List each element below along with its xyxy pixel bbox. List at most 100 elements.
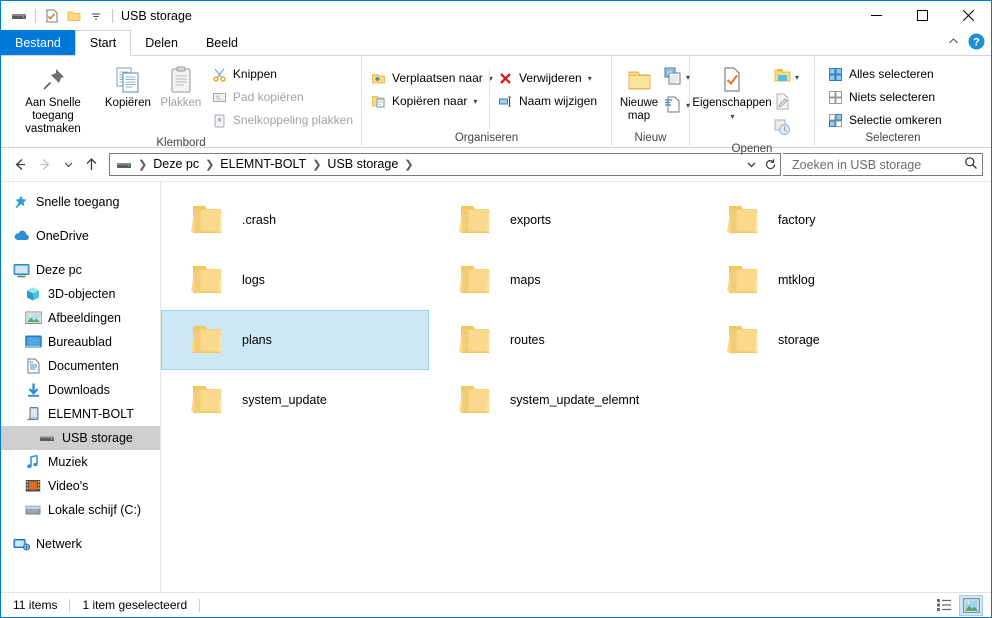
up-button[interactable] — [79, 153, 103, 177]
tab-delen[interactable]: Delen — [131, 30, 192, 55]
easy-access-button[interactable]: ▾ — [660, 92, 693, 118]
address-dropdown-icon[interactable] — [742, 154, 761, 175]
file-tile[interactable]: system_update — [161, 370, 429, 430]
breadcrumb-deze-pc[interactable]: Deze pc — [151, 154, 201, 175]
tab-start[interactable]: Start — [74, 30, 132, 56]
sidebar-item-bureaublad[interactable]: Bureaublad — [1, 330, 160, 354]
file-name-label: exports — [510, 213, 551, 227]
copy-path-button[interactable]: \\.. Pad kopiëren — [207, 86, 357, 108]
file-tile[interactable]: factory — [697, 190, 965, 250]
pin-to-quick-access-button[interactable]: Aan Snelle toegang vastmaken — [5, 60, 101, 136]
folder-icon — [190, 199, 224, 242]
chevron-down-icon[interactable]: ▾ — [473, 97, 477, 106]
delete-button[interactable]: Verwijderen ▾ — [493, 67, 607, 89]
help-icon[interactable]: ? — [968, 33, 985, 53]
chevron-down-icon[interactable]: ▾ — [588, 74, 592, 83]
paste-label: Plakken — [160, 97, 202, 109]
rename-button[interactable]: Naam wijzigen — [493, 90, 607, 112]
file-tile[interactable]: maps — [429, 250, 697, 310]
ribbon-tab-bar: Bestand Start Delen Beeld ? — [1, 30, 991, 56]
file-tile[interactable]: system_update_elemnt — [429, 370, 697, 430]
paste-shortcut-button[interactable]: Snelkoppeling plakken — [207, 109, 357, 131]
chevron-down-icon[interactable]: ▾ — [795, 73, 799, 82]
breadcrumb-separator[interactable]: ❯ — [308, 158, 325, 171]
breadcrumb-separator[interactable]: ❯ — [134, 158, 151, 171]
recent-locations-button[interactable] — [59, 153, 77, 177]
cut-button[interactable]: Knippen — [207, 63, 357, 85]
sidebar-item-afbeeldingen[interactable]: Afbeeldingen — [1, 306, 160, 330]
edit-button[interactable] — [770, 90, 802, 116]
sidebar-item-label: Deze pc — [36, 263, 82, 277]
status-separator — [69, 598, 71, 612]
copy-path-icon: \\.. — [211, 89, 228, 106]
forward-button[interactable] — [33, 153, 57, 177]
copy-to-button[interactable]: Kopiëren naar ▾ — [366, 90, 486, 112]
open-button[interactable]: ▾ — [770, 64, 802, 90]
address-bar[interactable]: ❯ Deze pc ❯ ELEMNT-BOLT ❯ USB storage ❯ — [109, 153, 781, 176]
breadcrumb-separator[interactable]: ❯ — [201, 158, 218, 171]
file-tile[interactable]: storage — [697, 310, 965, 370]
breadcrumb-elemnt-bolt[interactable]: ELEMNT-BOLT — [218, 154, 308, 175]
invert-selection-button[interactable]: Selectie omkeren — [823, 109, 963, 131]
sidebar-item-deze-pc[interactable]: Deze pc — [1, 258, 160, 282]
organize-right-commands: Verwijderen ▾ Naam wijzigen — [493, 64, 607, 112]
new-folder-button[interactable]: Nieuwe map — [616, 60, 660, 123]
file-tile[interactable]: logs — [161, 250, 429, 310]
folder-icon — [726, 259, 760, 302]
file-tile[interactable]: .crash — [161, 190, 429, 250]
sidebar-item-elemnt-bolt[interactable]: ELEMNT-BOLT — [1, 402, 160, 426]
details-view-button[interactable] — [932, 595, 956, 616]
sidebar-item-netwerk[interactable]: Netwerk — [1, 532, 160, 556]
new-folder-icon[interactable] — [63, 5, 85, 27]
properties-button[interactable]: Eigenschappen ▾ — [692, 60, 772, 123]
select-none-button[interactable]: Niets selecteren — [823, 86, 963, 108]
status-bar: 11 items 1 item geselecteerd — [1, 592, 991, 617]
breadcrumb-separator[interactable]: ❯ — [400, 158, 417, 171]
folder-icon — [458, 199, 492, 242]
search-input[interactable] — [790, 156, 964, 173]
sidebar-item-downloads[interactable]: Downloads — [1, 378, 160, 402]
back-button[interactable] — [7, 153, 31, 177]
history-icon — [773, 118, 792, 140]
sidebar-item-3d-objecten[interactable]: 3D-objecten — [1, 282, 160, 306]
drive-icon[interactable] — [8, 5, 30, 27]
collapse-ribbon-icon[interactable] — [947, 35, 960, 51]
file-tile[interactable]: exports — [429, 190, 697, 250]
minimize-button[interactable] — [853, 1, 899, 30]
sidebar-item-snelle-toegang[interactable]: Snelle toegang — [1, 190, 160, 214]
large-icons-view-button[interactable] — [959, 594, 983, 616]
file-tile[interactable]: plans — [161, 310, 429, 370]
paste-button[interactable]: Plakken — [155, 60, 207, 110]
close-button[interactable] — [945, 1, 991, 30]
group-title-selecteren: Selecteren — [865, 132, 921, 144]
sidebar-item-lokale-schijf-c[interactable]: Lokale schijf (C:) — [1, 498, 160, 522]
file-tile[interactable]: mtklog — [697, 250, 965, 310]
select-none-label: Niets selecteren — [849, 90, 936, 104]
properties-icon[interactable] — [41, 5, 63, 27]
pin-icon — [38, 63, 68, 97]
maximize-button[interactable] — [899, 1, 945, 30]
breadcrumb-drive-icon[interactable] — [114, 154, 134, 175]
move-to-button[interactable]: Verplaatsen naar ▾ — [366, 67, 493, 89]
tab-bestand[interactable]: Bestand — [1, 30, 75, 55]
select-all-button[interactable]: Alles selecteren — [823, 63, 963, 85]
file-tile[interactable]: routes — [429, 310, 697, 370]
sidebar-item-documenten[interactable]: Documenten — [1, 354, 160, 378]
group-title-klembord: Klembord — [156, 137, 206, 149]
sidebar-item-muziek[interactable]: Muziek — [1, 450, 160, 474]
address-bar-right — [742, 154, 780, 175]
sidebar-item-usb-storage[interactable]: USB storage — [1, 426, 160, 450]
breadcrumb-usb-storage[interactable]: USB storage — [325, 154, 400, 175]
file-list-pane[interactable]: .crash exports factory logs maps mtklog plans r… — [161, 182, 991, 592]
chevron-down-icon[interactable]: ▾ — [730, 110, 734, 123]
copy-button[interactable]: Kopiëren — [101, 60, 155, 110]
sidebar-item-label: OneDrive — [36, 229, 89, 243]
refresh-icon[interactable] — [761, 154, 780, 175]
tab-beeld[interactable]: Beeld — [192, 30, 252, 55]
customize-dropdown-icon[interactable] — [85, 5, 107, 27]
history-button[interactable] — [770, 116, 802, 142]
new-item-button[interactable]: ▾ — [660, 64, 693, 90]
sidebar-item-video-s[interactable]: Video's — [1, 474, 160, 498]
search-icon[interactable] — [964, 156, 978, 173]
sidebar-item-onedrive[interactable]: OneDrive — [1, 224, 160, 248]
